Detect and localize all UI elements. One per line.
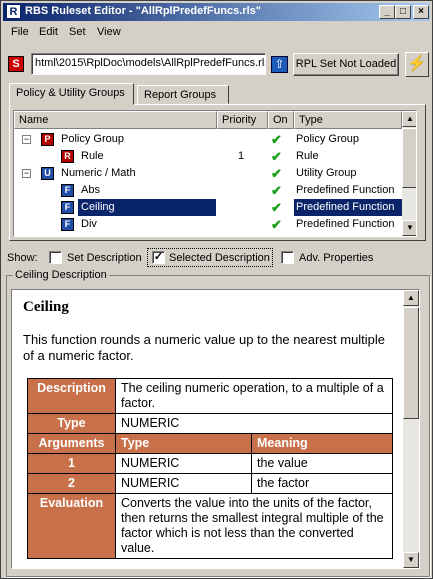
tree-table: Name Priority On Type − P Policy Group ✔…	[13, 110, 417, 237]
ruleset-icon[interactable]: S	[8, 56, 24, 72]
tree-row-name: Ceiling	[77, 198, 217, 217]
tree-row-type: Policy Group	[296, 133, 359, 145]
evaluation-header-cell: Evaluation	[27, 493, 116, 559]
show-options-bar: Show: Set Description ✓ Selected Descrip…	[1, 247, 433, 267]
set-description-label[interactable]: Set Description	[67, 252, 142, 264]
app-icon: R	[6, 4, 21, 19]
rpl-set-button[interactable]: RPL Set Not Loaded	[293, 53, 399, 76]
tree-row-type: Predefined Function	[296, 184, 395, 196]
scroll-thumb[interactable]	[402, 128, 416, 188]
scroll-down-icon[interactable]: ▼	[403, 552, 419, 568]
scroll-down-icon[interactable]: ▼	[402, 220, 416, 236]
tree-row-selected[interactable]: F Ceiling ✔ Predefined Function	[14, 198, 402, 217]
close-button[interactable]: ×	[413, 5, 429, 19]
scroll-thumb[interactable]	[403, 307, 419, 419]
arguments-header-cell: Arguments	[27, 433, 116, 454]
toolbar: S html\2015\RplDoc\models\AllRplPredefFu…	[3, 51, 430, 79]
adv-properties-checkbox[interactable]	[281, 251, 294, 264]
tree-row-type: Rule	[296, 150, 319, 162]
tree-row-type: Predefined Function	[294, 199, 402, 216]
function-icon: F	[61, 201, 74, 214]
check-icon[interactable]: ✔	[271, 148, 282, 165]
tree-row-type: Utility Group	[296, 167, 357, 179]
description-scrollbar[interactable]: ▲ ▼	[403, 290, 419, 568]
description-value-cell: The ceiling numeric operation, to a mult…	[115, 378, 393, 414]
menu-edit[interactable]: Edit	[39, 26, 58, 38]
arg-number-cell: 2	[27, 473, 116, 494]
function-icon: F	[61, 218, 74, 231]
function-details-table: Description The ceiling numeric operatio…	[27, 378, 393, 559]
utility-group-icon: U	[41, 167, 54, 180]
check-icon[interactable]: ✔	[271, 216, 282, 233]
rule-icon: R	[61, 150, 74, 163]
tab-policy-utility-groups[interactable]: Policy & Utility Groups	[9, 83, 134, 105]
tree-row-name: Rule	[81, 150, 104, 162]
column-header-priority[interactable]: Priority	[217, 111, 268, 129]
arg-type-cell: NUMERIC	[115, 453, 252, 474]
arg-type-cell: NUMERIC	[115, 473, 252, 494]
tree-row-name: Policy Group	[61, 133, 124, 145]
tree-row[interactable]: − U Numeric / Math ✔ Utility Group	[14, 165, 402, 182]
check-icon[interactable]: ✔	[271, 199, 282, 216]
description-summary: This function rounds a numeric value up …	[23, 332, 386, 363]
check-icon[interactable]: ✔	[271, 182, 282, 199]
column-header-on[interactable]: On	[268, 111, 294, 129]
menu-file[interactable]: File	[11, 26, 29, 38]
app-window: R RBS Ruleset Editor - "AllRplPredefFunc…	[0, 0, 433, 579]
description-header-cell: Description	[27, 378, 116, 414]
window-title: RBS Ruleset Editor - "AllRplPredefFuncs.…	[25, 5, 261, 17]
tree-header: Name Priority On Type	[14, 111, 402, 129]
tree-row-name: Numeric / Math	[61, 167, 136, 179]
arg-meaning-cell: the value	[251, 453, 393, 474]
tree-row-type: Predefined Function	[296, 218, 395, 230]
arg-meaning-cell: the factor	[251, 473, 393, 494]
check-icon[interactable]: ✔	[271, 131, 282, 148]
collapse-icon[interactable]: −	[22, 169, 31, 178]
menu-view[interactable]: View	[97, 26, 121, 38]
description-view: Ceiling This function rounds a numeric v…	[11, 289, 420, 569]
evaluation-value-cell: Converts the value into the units of the…	[115, 493, 393, 559]
check-icon[interactable]: ✔	[271, 165, 282, 182]
tree-scrollbar[interactable]: ▲ ▼	[402, 111, 416, 236]
tab-report-groups[interactable]: Report Groups	[137, 85, 229, 104]
description-content: Ceiling This function rounds a numeric v…	[12, 290, 403, 559]
tree-row-name: Div	[81, 218, 97, 230]
lightning-icon[interactable]: ⚡	[405, 52, 429, 77]
selected-description-label[interactable]: Selected Description	[169, 252, 270, 264]
menu-bar: File Edit Set View	[3, 23, 430, 41]
column-header-name[interactable]: Name	[14, 111, 217, 129]
type-header-cell: Type	[27, 413, 116, 434]
tree-row[interactable]: F Div ✔ Predefined Function	[14, 216, 402, 233]
arg-meaning-header-cell: Meaning	[251, 433, 393, 454]
show-label: Show:	[7, 252, 38, 264]
tree-row[interactable]: R Rule 1 ✔ Rule	[14, 148, 402, 165]
menu-set[interactable]: Set	[69, 26, 86, 38]
tree-row[interactable]: − P Policy Group ✔ Policy Group	[14, 131, 402, 148]
scroll-up-icon[interactable]: ▲	[403, 290, 419, 306]
column-header-type[interactable]: Type	[294, 111, 402, 129]
tree-row-name: Abs	[81, 184, 100, 196]
type-value-cell: NUMERIC	[115, 413, 393, 434]
arg-type-header-cell: Type	[115, 433, 252, 454]
maximize-button[interactable]: □	[395, 5, 411, 19]
tree-row[interactable]: F Abs ✔ Predefined Function	[14, 182, 402, 199]
load-ruleset-icon[interactable]: ⇧	[271, 56, 288, 73]
policy-group-icon: P	[41, 133, 54, 146]
title-bar[interactable]: R RBS Ruleset Editor - "AllRplPredefFunc…	[3, 3, 430, 21]
tree-row-priority: 1	[238, 150, 245, 162]
ruleset-path-field[interactable]: html\2015\RplDoc\models\AllRplPredefFunc…	[31, 53, 266, 75]
adv-properties-label[interactable]: Adv. Properties	[299, 252, 373, 264]
function-icon: F	[61, 184, 74, 197]
arg-number-cell: 1	[27, 453, 116, 474]
ruleset-path-text: html\2015\RplDoc\models\AllRplPredefFunc…	[35, 57, 266, 69]
set-description-checkbox[interactable]	[49, 251, 62, 264]
description-heading: Ceiling	[23, 299, 69, 315]
minimize-button[interactable]: _	[379, 5, 395, 19]
selected-description-checkbox[interactable]: ✓	[152, 251, 165, 264]
collapse-icon[interactable]: −	[22, 135, 31, 144]
scroll-up-icon[interactable]: ▲	[402, 111, 416, 127]
description-group-title: Ceiling Description	[13, 269, 109, 281]
